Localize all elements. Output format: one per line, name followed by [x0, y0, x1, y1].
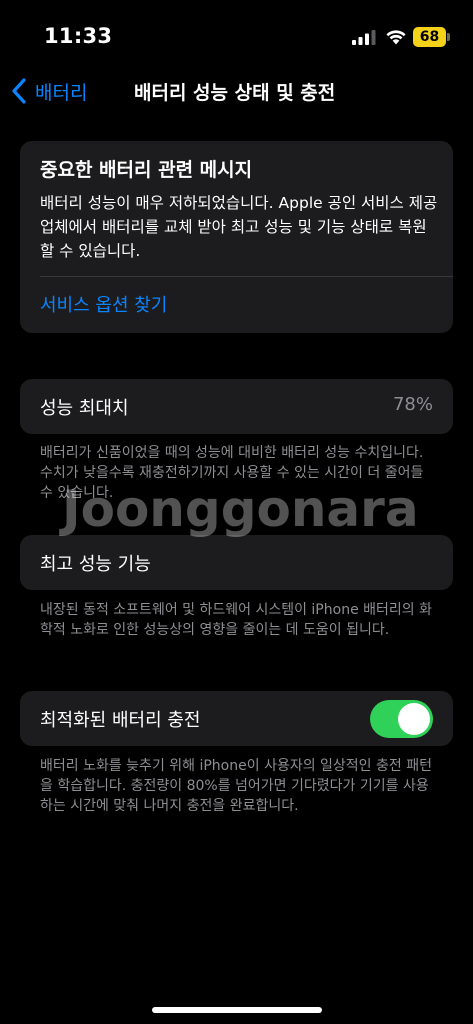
card-divider: [40, 276, 453, 277]
maximum-capacity-value: 78%: [392, 394, 433, 415]
page-title: 배터리 성능 상태 및 충전: [134, 82, 336, 104]
battery-percent: 68: [419, 29, 440, 45]
back-button[interactable]: 배터리: [10, 76, 87, 106]
home-indicator[interactable]: [152, 1007, 322, 1013]
optimized-charging-row: 최적화된 배터리 충전: [20, 691, 453, 746]
find-service-options-link[interactable]: 서비스 옵션 찾기: [40, 291, 167, 317]
battery-message-card: 중요한 배터리 관련 메시지 배터리 성능이 매우 저하되었습니다. Apple…: [20, 141, 453, 333]
optimized-charging-toggle[interactable]: [370, 700, 433, 738]
peak-performance-row: 최고 성능 기능: [20, 535, 453, 590]
message-title: 중요한 배터리 관련 메시지: [40, 159, 253, 181]
battery-icon: 68: [413, 27, 451, 47]
battery-tip: [447, 33, 450, 41]
wifi-icon: [386, 30, 406, 45]
back-label: 배터리: [35, 81, 88, 104]
optimized-charging-label: 최적화된 배터리 충전: [40, 710, 201, 731]
maximum-capacity-row: 성능 최대치 78%: [20, 379, 453, 434]
peak-performance-footnote: 내장된 동적 소프트웨어 및 하드웨어 시스템이 iPhone 배터리의 화학적…: [40, 602, 432, 638]
peak-performance-label: 최고 성능 기능: [40, 554, 151, 575]
status-bar: 11:33 68: [0, 0, 473, 64]
status-time: 11:33: [44, 24, 113, 48]
cellular-signal-icon: [352, 30, 376, 45]
chevron-left-icon: [12, 78, 26, 104]
watermark-text: Joonggonara: [62, 480, 419, 538]
toggle-knob: [398, 703, 430, 735]
message-body: 배터리 성능이 매우 저하되었습니다. Apple 공인 서비스 제공업체에서 …: [40, 194, 438, 260]
optimized-charging-footnote: 배터리 노화를 늦추기 위해 iPhone이 사용자의 일상적인 충전 패턴을 …: [40, 758, 432, 814]
navigation-bar: 배터리 배터리 성능 상태 및 충전: [0, 66, 473, 116]
maximum-capacity-label: 성능 최대치: [40, 398, 129, 419]
